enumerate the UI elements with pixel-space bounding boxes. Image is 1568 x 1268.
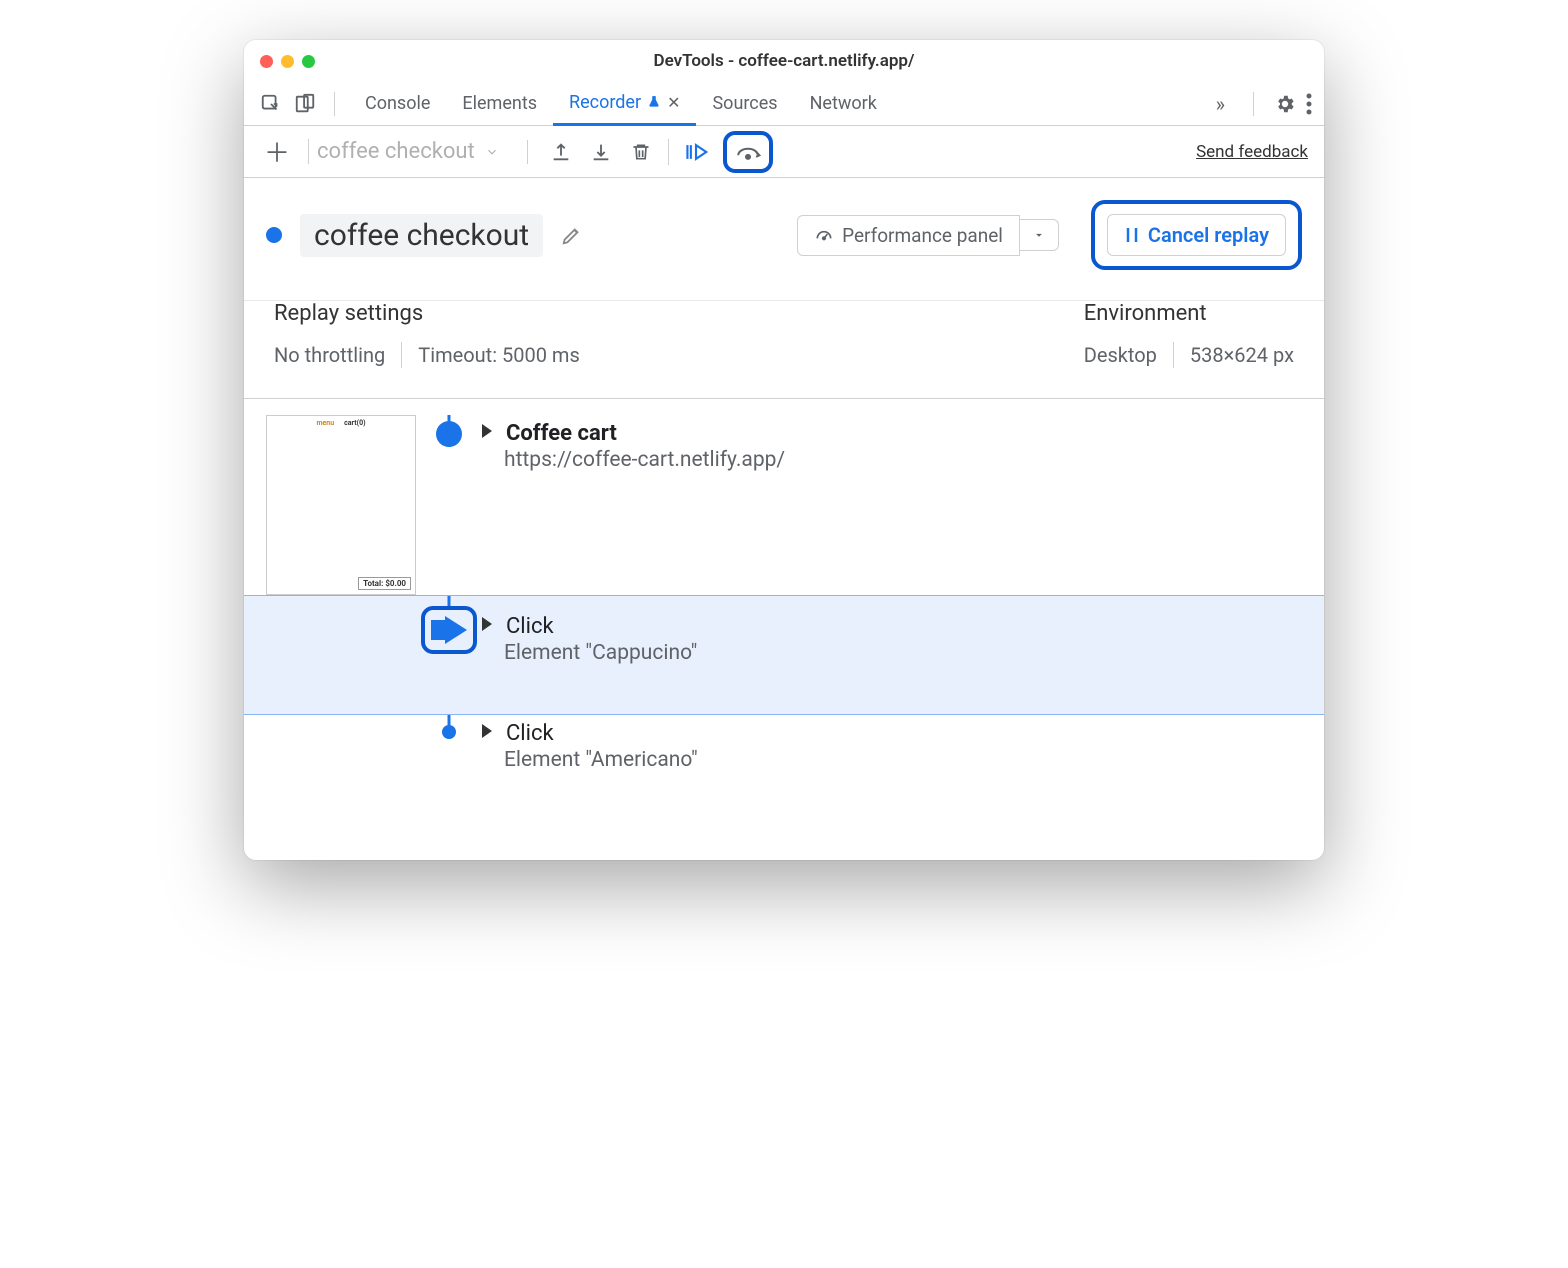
- cancel-replay-highlight: Cancel replay: [1091, 200, 1302, 270]
- divider: [1253, 92, 1254, 116]
- divider: [334, 92, 335, 116]
- disclosure-triangle-icon[interactable]: [482, 424, 492, 438]
- traffic-lights: [260, 55, 315, 68]
- close-window-button[interactable]: [260, 55, 273, 68]
- recording-header: coffee checkout Performance panel Cancel…: [244, 178, 1324, 301]
- arrow-right-icon: [445, 616, 467, 644]
- flask-icon: [647, 95, 661, 109]
- tabbar: Console Elements Recorder ✕ Sources Netw…: [244, 82, 1324, 126]
- step-subtitle: https://coffee-cart.netlify.app/: [504, 448, 1324, 472]
- devtools-window: DevTools - coffee-cart.netlify.app/ Cons…: [244, 40, 1324, 860]
- thumb-nav-item: cart(0): [344, 419, 365, 430]
- replay-settings-heading: Replay settings: [274, 301, 1024, 326]
- step-subtitle: Element "Americano": [504, 748, 1324, 772]
- environment-heading: Environment: [1084, 301, 1294, 326]
- performance-panel-chevron[interactable]: [1020, 219, 1059, 251]
- step-title: Coffee cart: [506, 421, 617, 446]
- performance-panel-label: Performance panel: [842, 224, 1003, 247]
- send-feedback-link[interactable]: Send feedback: [1196, 142, 1308, 162]
- step-title: Click: [506, 614, 554, 639]
- step-row[interactable]: Click Element "Americano": [244, 715, 1324, 809]
- titlebar: DevTools - coffee-cart.netlify.app/: [244, 40, 1324, 82]
- timeline-dot-icon: [442, 725, 456, 739]
- step-thumbnail: menu cart(0) Total: $0.00: [266, 415, 416, 595]
- device-toolbar-icon[interactable]: [290, 89, 320, 119]
- environment-device: Desktop: [1084, 343, 1157, 367]
- window-title: DevTools - coffee-cart.netlify.app/: [244, 51, 1324, 71]
- divider: [668, 139, 669, 165]
- divider: [401, 342, 402, 368]
- delete-icon[interactable]: [628, 139, 654, 165]
- import-icon[interactable]: [588, 139, 614, 165]
- cancel-replay-label: Cancel replay: [1148, 223, 1269, 247]
- performance-panel-button[interactable]: Performance panel: [797, 215, 1020, 256]
- kebab-menu-icon[interactable]: [1306, 93, 1312, 115]
- divider: [1173, 342, 1174, 368]
- cancel-replay-button[interactable]: Cancel replay: [1107, 214, 1286, 256]
- thumb-total: Total: $0.00: [358, 577, 411, 590]
- step-title: Click: [506, 721, 554, 746]
- current-step-highlight: [421, 606, 477, 654]
- pause-icon: [1124, 226, 1140, 244]
- more-tabs-button[interactable]: »: [1208, 92, 1233, 116]
- new-recording-button[interactable]: ＋: [260, 133, 294, 170]
- throttling-value[interactable]: No throttling: [274, 343, 385, 367]
- recording-title[interactable]: coffee checkout: [300, 214, 543, 257]
- close-tab-icon[interactable]: ✕: [667, 93, 680, 112]
- step-over-highlight: [723, 131, 773, 173]
- disclosure-triangle-icon[interactable]: [482, 724, 492, 738]
- step-row[interactable]: menu cart(0) Total: $0.00 Coffee cart ht…: [244, 415, 1324, 595]
- tab-elements[interactable]: Elements: [446, 82, 553, 126]
- chevron-down-icon: [485, 145, 499, 159]
- recording-dropdown-label: coffee checkout: [317, 139, 475, 164]
- recorder-actionbar: ＋ coffee checkout: [244, 126, 1324, 178]
- gauge-icon: [814, 225, 834, 245]
- recording-status-dot: [266, 227, 282, 243]
- minimize-window-button[interactable]: [281, 55, 294, 68]
- maximize-window-button[interactable]: [302, 55, 315, 68]
- edit-title-icon[interactable]: [561, 224, 583, 246]
- tabs: Console Elements Recorder ✕ Sources Netw…: [349, 82, 893, 126]
- settings-row: Replay settings No throttling Timeout: 5…: [244, 301, 1324, 399]
- tab-sources[interactable]: Sources: [696, 82, 793, 126]
- timeline-dot-icon: [436, 421, 462, 447]
- tab-recorder[interactable]: Recorder ✕: [553, 82, 696, 126]
- settings-gear-icon[interactable]: [1274, 93, 1296, 115]
- divider: [527, 140, 528, 164]
- tab-recorder-label: Recorder: [569, 92, 641, 113]
- environment-size: 538×624 px: [1190, 343, 1294, 367]
- tab-console[interactable]: Console: [349, 82, 446, 126]
- export-icon[interactable]: [548, 139, 574, 165]
- recording-dropdown[interactable]: coffee checkout: [308, 139, 507, 164]
- steps-area: menu cart(0) Total: $0.00 Coffee cart ht…: [244, 399, 1324, 860]
- thumb-nav-item: menu: [316, 419, 334, 430]
- tab-network[interactable]: Network: [794, 82, 893, 126]
- step-over-icon[interactable]: [735, 139, 761, 165]
- continue-replay-icon[interactable]: [683, 139, 709, 165]
- step-row-active[interactable]: Click Element "Cappucino": [244, 595, 1324, 715]
- inspect-element-icon[interactable]: [256, 89, 286, 119]
- step-subtitle: Element "Cappucino": [504, 641, 1324, 665]
- disclosure-triangle-icon[interactable]: [482, 617, 492, 631]
- timeout-value[interactable]: Timeout: 5000 ms: [418, 343, 580, 367]
